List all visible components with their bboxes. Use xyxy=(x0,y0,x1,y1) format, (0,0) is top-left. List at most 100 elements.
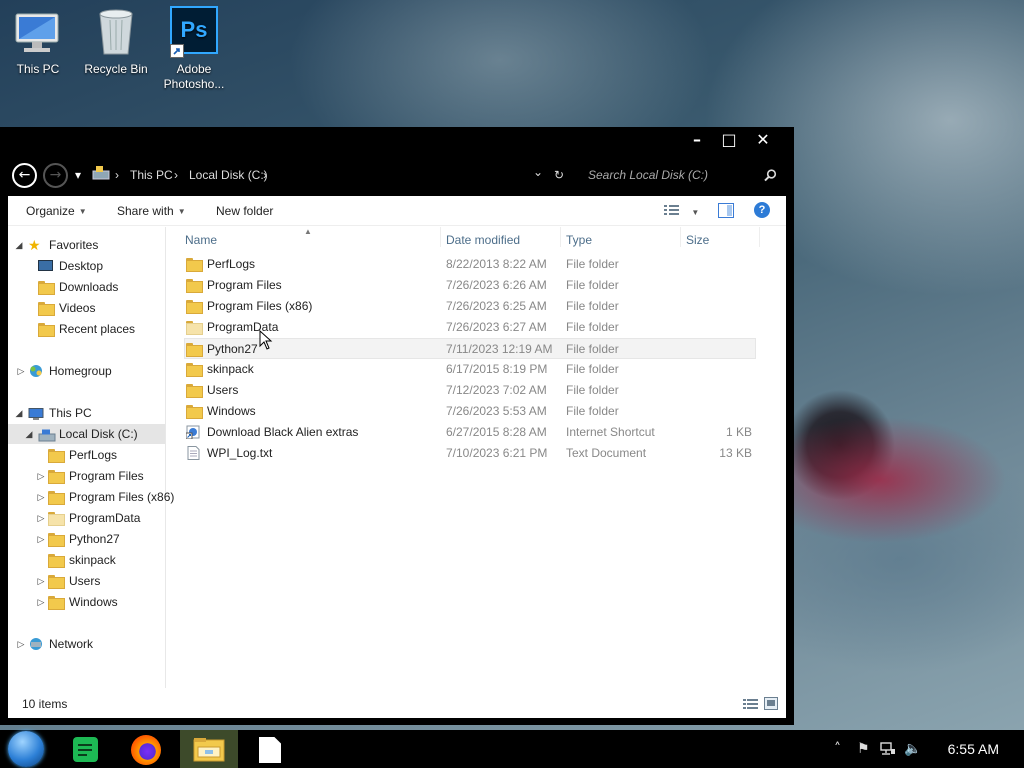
large-icons-view-button[interactable] xyxy=(764,697,778,713)
file-name: PerfLogs xyxy=(207,257,256,271)
breadcrumb-this-pc[interactable]: This PC xyxy=(130,168,173,182)
taskbar-file-explorer[interactable] xyxy=(180,730,238,768)
preview-pane-button[interactable] xyxy=(718,203,734,221)
nav-item-programdata[interactable]: ▷ ProgramData xyxy=(8,508,166,528)
file-name: Download Black Alien extras xyxy=(207,425,359,439)
computer-location-icon[interactable] xyxy=(92,165,110,184)
navigation-pane: ◢ ★ Favorites Desktop Downloads Videos R… xyxy=(8,227,174,688)
column-header-date-modified[interactable]: Date modified xyxy=(446,233,520,247)
close-button[interactable]: ✕ xyxy=(746,129,780,151)
back-button[interactable]: ← xyxy=(12,163,37,188)
file-row-download-black-alien-extras[interactable]: Download Black Alien extras 6/27/2015 8:… xyxy=(184,422,756,443)
nav-item-label: Homegroup xyxy=(49,364,112,378)
mouse-cursor-icon xyxy=(259,329,273,353)
file-name: Program Files xyxy=(207,278,282,292)
file-type: File folder xyxy=(566,362,619,376)
column-divider[interactable] xyxy=(759,227,760,247)
file-row-perflogs[interactable]: PerfLogs 8/22/2013 8:22 AM File folder xyxy=(184,254,756,275)
file-size: 1 KB xyxy=(725,425,752,439)
breadcrumb-separator[interactable]: › xyxy=(115,168,119,182)
nav-item-downloads[interactable]: Downloads xyxy=(38,277,118,297)
nav-item-local-disk[interactable]: ◢ Local Disk (C:) xyxy=(8,424,165,444)
nav-item-homegroup[interactable]: ▷ Homegroup xyxy=(8,361,166,381)
column-header-size[interactable]: Size xyxy=(686,233,709,247)
refresh-icon[interactable]: ↻ xyxy=(554,168,564,182)
nav-item-desktop[interactable]: Desktop xyxy=(38,256,103,276)
expand-arrow-icon[interactable]: ▷ xyxy=(36,592,46,612)
nav-item-skinpack[interactable]: skinpack xyxy=(8,550,166,570)
network-icon xyxy=(28,637,44,657)
expand-arrow-icon[interactable]: ▷ xyxy=(36,571,46,591)
nav-item-program-files-x86[interactable]: ▷ Program Files (x86) xyxy=(8,487,174,507)
forward-button[interactable]: → xyxy=(43,163,68,188)
nav-item-users[interactable]: ▷ Users xyxy=(8,571,166,591)
file-row-wpi-log[interactable]: WPI_Log.txt 7/10/2023 6:21 PM Text Docum… xyxy=(184,443,756,464)
recent-locations-button[interactable]: ▾ xyxy=(75,168,81,182)
collapse-arrow-icon[interactable]: ◢ xyxy=(14,403,24,423)
expand-arrow-icon[interactable]: ▷ xyxy=(36,529,46,549)
expand-arrow-icon[interactable]: ▷ xyxy=(36,487,46,507)
collapse-arrow-icon[interactable]: ◢ xyxy=(14,235,24,255)
breadcrumb-local-disk[interactable]: Local Disk (C:) xyxy=(189,168,268,182)
nav-item-recent-places[interactable]: Recent places xyxy=(38,319,135,339)
start-button[interactable] xyxy=(0,730,58,768)
nav-item-this-pc[interactable]: ◢ This PC xyxy=(8,403,166,423)
expand-arrow-icon[interactable]: ▷ xyxy=(36,508,46,528)
file-date: 7/12/2023 7:02 AM xyxy=(446,383,547,397)
minimize-button[interactable]: – xyxy=(680,129,714,151)
column-header-type[interactable]: Type xyxy=(566,233,592,247)
desktop-icon-photoshop[interactable]: Ps Adobe Photosho... xyxy=(156,6,232,92)
desktop-icon-recycle-bin[interactable]: Recycle Bin xyxy=(78,6,154,77)
folder-icon xyxy=(186,363,203,377)
column-divider[interactable] xyxy=(560,227,561,247)
network-status-icon[interactable] xyxy=(880,742,896,760)
expand-arrow-icon[interactable]: ▷ xyxy=(16,361,26,381)
details-view-button[interactable] xyxy=(743,698,758,713)
collapse-arrow-icon[interactable]: ◢ xyxy=(24,424,34,444)
maximize-button[interactable]: □ xyxy=(712,129,746,151)
desktop-icon-this-pc[interactable]: This PC xyxy=(0,6,76,77)
taskbar-document[interactable] xyxy=(240,730,298,768)
folder-icon xyxy=(48,596,65,610)
nav-item-network[interactable]: ▷ Network xyxy=(8,634,166,654)
nav-item-perflogs[interactable]: PerfLogs xyxy=(8,445,166,465)
command-bar: Organize ▼ Share with ▼ New folder ▼ ? xyxy=(8,196,786,226)
show-hidden-icons-button[interactable]: ˄ xyxy=(834,730,841,768)
expand-arrow-icon[interactable]: ▷ xyxy=(36,466,46,486)
file-row-skinpack[interactable]: skinpack 6/17/2015 8:19 PM File folder xyxy=(184,359,756,380)
column-divider[interactable] xyxy=(440,227,441,247)
breadcrumb-separator[interactable]: › xyxy=(174,168,178,182)
column-header-name[interactable]: Name xyxy=(185,233,217,247)
taskbar-notes-app[interactable] xyxy=(58,730,116,768)
folder-icon xyxy=(186,343,203,357)
file-list: ▲ Name Date modified Type Size PerfLogs … xyxy=(167,227,786,688)
file-date: 8/22/2013 8:22 AM xyxy=(446,257,547,271)
expand-arrow-icon[interactable]: ▷ xyxy=(16,634,26,654)
action-center-flag-icon[interactable]: ⚑ xyxy=(857,730,870,768)
share-with-menu[interactable]: Share with ▼ xyxy=(117,204,186,218)
search-icon[interactable] xyxy=(764,169,777,185)
nav-item-program-files[interactable]: ▷ Program Files xyxy=(8,466,166,486)
file-date: 7/11/2023 12:19 AM xyxy=(446,342,553,356)
file-row-windows[interactable]: Windows 7/26/2023 5:53 AM File folder xyxy=(184,401,756,422)
nav-item-label: Downloads xyxy=(59,280,119,294)
volume-icon[interactable]: 🔈 xyxy=(904,730,921,768)
help-button[interactable]: ? xyxy=(754,202,770,218)
organize-menu[interactable]: Organize ▼ xyxy=(26,204,87,218)
file-row-program-files[interactable]: Program Files 7/26/2023 6:26 AM File fol… xyxy=(184,275,756,296)
nav-item-windows[interactable]: ▷ Windows xyxy=(8,592,166,612)
new-folder-button[interactable]: New folder xyxy=(216,204,273,218)
taskbar-firefox[interactable] xyxy=(117,730,175,768)
nav-item-python27[interactable]: ▷ Python27 xyxy=(8,529,166,549)
clock[interactable]: 6:55 AM xyxy=(948,730,999,768)
view-options-button[interactable]: ▼ xyxy=(664,204,699,219)
breadcrumb-separator[interactable]: › xyxy=(263,168,267,182)
file-row-users[interactable]: Users 7/12/2023 7:02 AM File folder xyxy=(184,380,756,401)
nav-item-videos[interactable]: Videos xyxy=(38,298,95,318)
file-row-program-files-x86[interactable]: Program Files (x86) 7/26/2023 6:25 AM Fi… xyxy=(184,296,756,317)
nav-item-favorites[interactable]: ◢ ★ Favorites xyxy=(8,235,166,255)
file-type: File folder xyxy=(566,404,619,418)
column-divider[interactable] xyxy=(680,227,681,247)
search-input[interactable]: Search Local Disk (C:) xyxy=(588,168,708,182)
address-dropdown-icon[interactable]: ⌄ xyxy=(533,165,543,179)
